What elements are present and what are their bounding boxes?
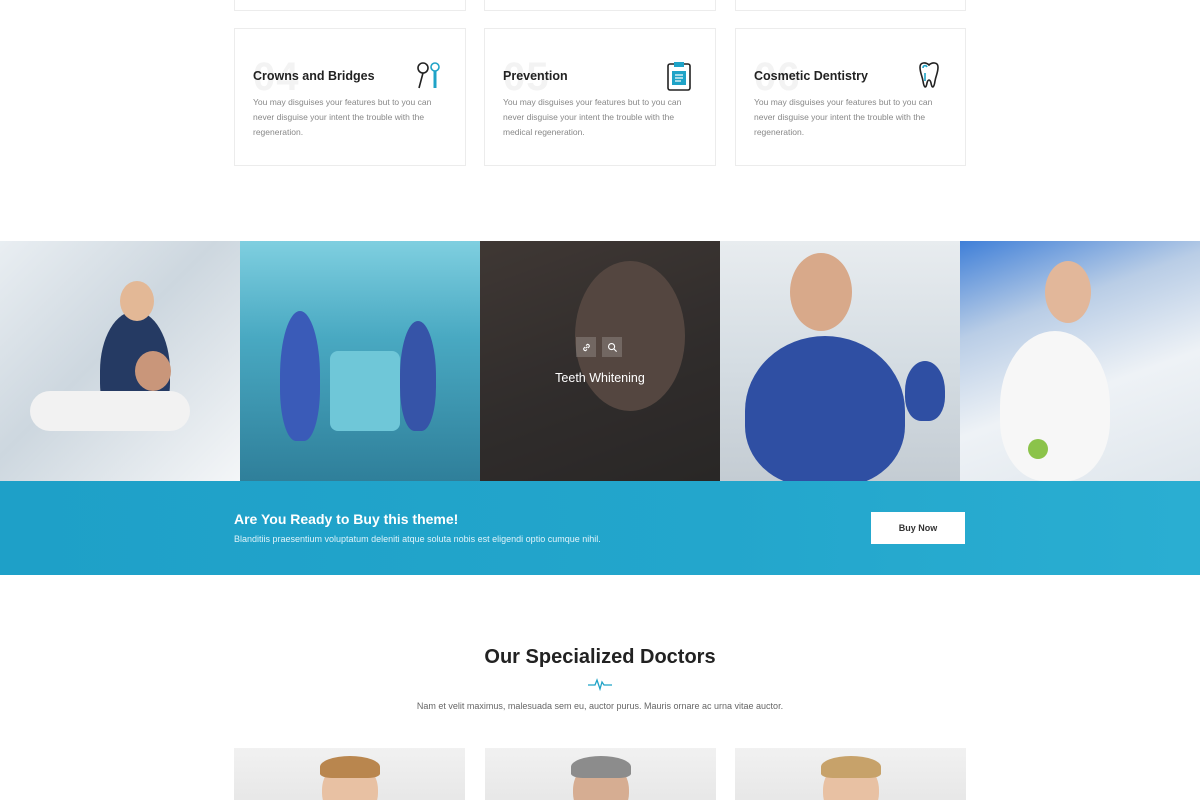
nurse-figure: [400, 321, 436, 431]
section-title: Our Specialized Doctors: [484, 646, 716, 668]
dental-tools-icon: [415, 61, 443, 91]
gallery: Teeth Whitening: [0, 241, 1200, 481]
patient-head: [135, 351, 171, 391]
tooth-icon: [915, 61, 943, 91]
service-description: You may disguises your features but to y…: [253, 97, 432, 137]
search-icon[interactable]: [602, 337, 622, 357]
apple-shape: [1028, 439, 1048, 459]
service-title: Prevention: [503, 69, 568, 83]
service-card-crowns[interactable]: 04 Crowns and Bridges You may disguises …: [234, 28, 466, 166]
gallery-image-dentist[interactable]: [720, 241, 960, 481]
gallery-image-dental-chair[interactable]: [0, 241, 240, 481]
service-card-partial: [234, 0, 466, 11]
service-title: Crowns and Bridges: [253, 69, 375, 83]
cta-subtitle: Blanditiis praesentium voluptatum deleni…: [234, 534, 601, 544]
service-description: You may disguises your features but to y…: [503, 97, 682, 137]
doctor-hair: [571, 756, 631, 778]
assistant-figure: [905, 361, 945, 421]
service-description: You may disguises your features but to y…: [754, 97, 933, 137]
service-card-cosmetic[interactable]: 06 Cosmetic Dentistry You may disguises …: [735, 28, 966, 166]
buy-now-button[interactable]: Buy Now: [871, 512, 965, 544]
clipboard-icon: [665, 61, 693, 91]
doctor-card[interactable]: [735, 748, 966, 800]
dentist-head: [790, 253, 852, 331]
gallery-image-dental-assistant[interactable]: [960, 241, 1200, 481]
dentist-figure: [745, 336, 905, 481]
doctor-card[interactable]: [234, 748, 465, 800]
gallery-image-teeth-whitening[interactable]: Teeth Whitening: [480, 241, 720, 481]
service-card-prevention[interactable]: 05 Prevention You may disguises your fea…: [484, 28, 716, 166]
overlay-actions: [576, 337, 622, 357]
heartbeat-icon: [588, 677, 612, 692]
cta-title: Are You Ready to Buy this theme!: [234, 511, 459, 527]
cta-banner: Are You Ready to Buy this theme! Blandit…: [0, 481, 1200, 575]
assistant-head: [1045, 261, 1091, 323]
nurse-figure: [280, 311, 320, 441]
gallery-hover-title: Teeth Whitening: [555, 371, 645, 385]
service-card-partial: [735, 0, 966, 11]
doctor-hair: [821, 756, 881, 778]
gallery-image-hospital-corridor[interactable]: [240, 241, 480, 481]
page: 04 Crowns and Bridges You may disguises …: [0, 0, 1200, 800]
nurse-head: [120, 281, 154, 321]
doctor-card[interactable]: [485, 748, 716, 800]
chair-shape: [30, 391, 190, 431]
link-icon[interactable]: [576, 337, 596, 357]
assistant-coat: [1000, 331, 1110, 481]
service-card-partial: [484, 0, 716, 11]
doctor-hair: [320, 756, 380, 778]
section-subtitle: Nam et velit maximus, malesuada sem eu, …: [416, 701, 784, 711]
service-title: Cosmetic Dentistry: [754, 69, 868, 83]
hover-overlay: [480, 241, 720, 481]
stretcher-shape: [330, 351, 400, 431]
